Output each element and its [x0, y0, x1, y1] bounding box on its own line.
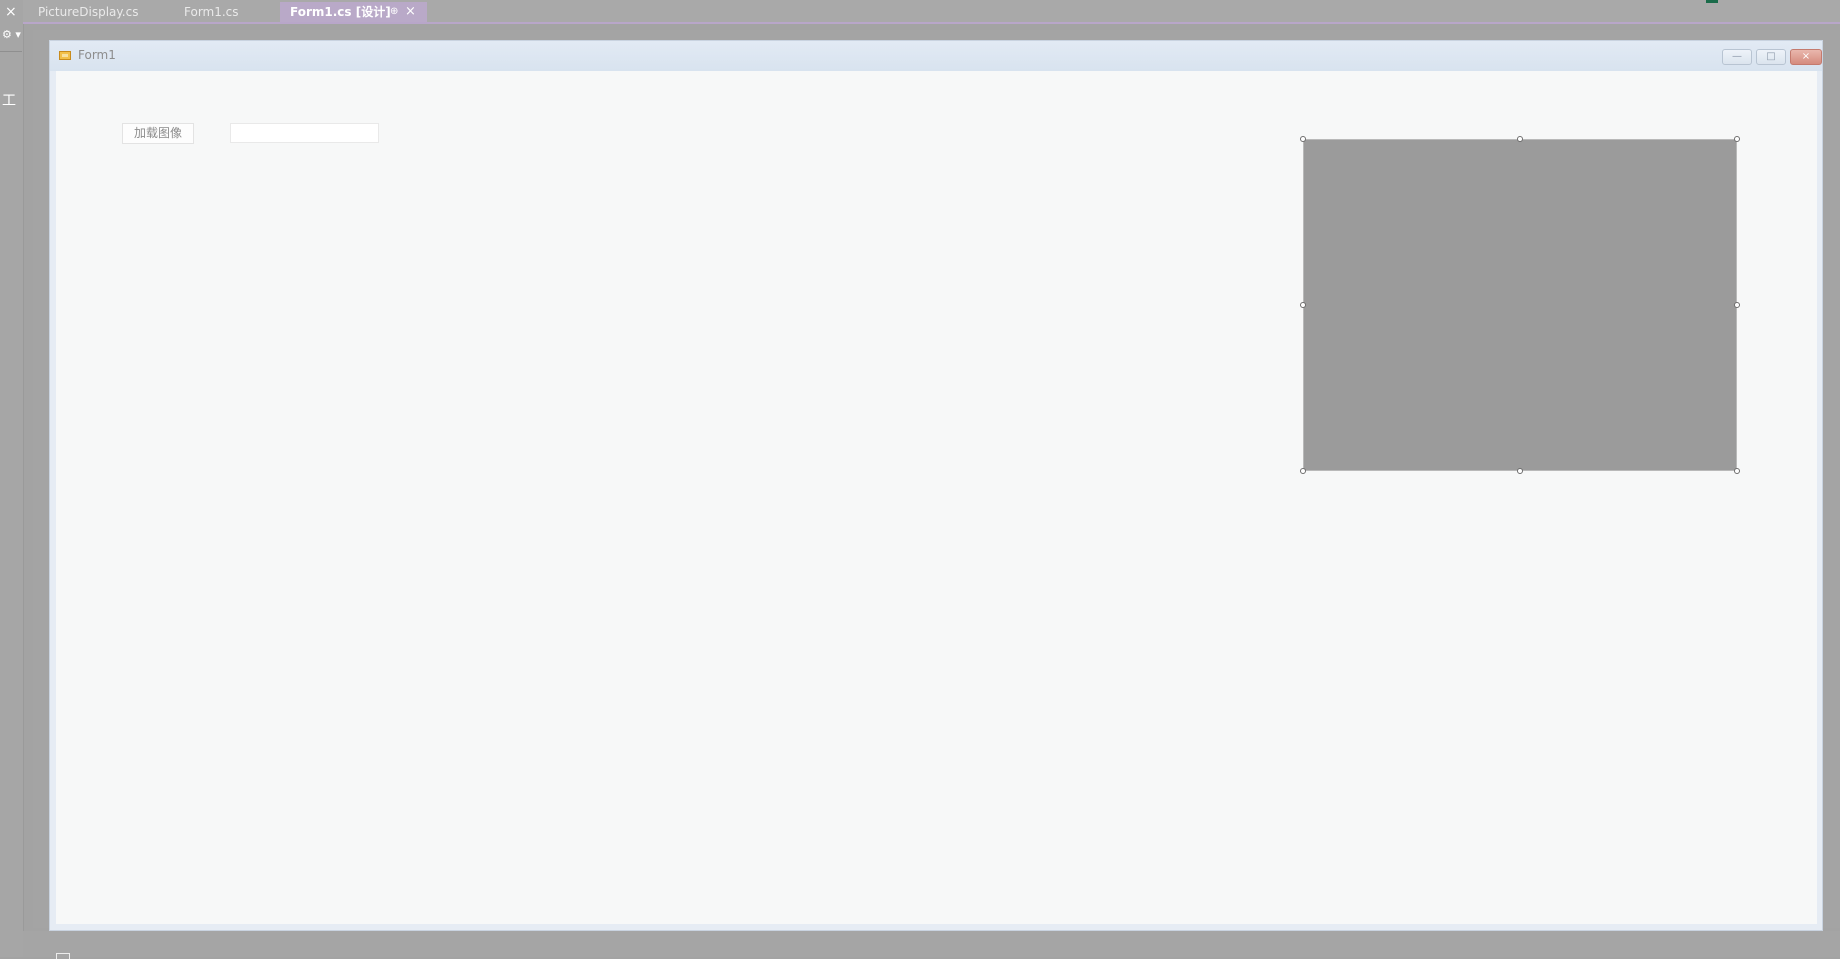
tab-form1-design[interactable]: Form1.cs [设计] ⊕ ×	[280, 2, 427, 22]
maximize-icon: □	[1766, 51, 1776, 62]
tab-label: PictureDisplay.cs	[38, 5, 139, 19]
tab-close-icon[interactable]: ×	[405, 2, 416, 22]
close-button[interactable]: ×	[1790, 49, 1822, 65]
resize-handle-top[interactable]	[1517, 136, 1523, 142]
minimize-button[interactable]: —	[1722, 49, 1752, 65]
toolbox-tab-label[interactable]: 工	[2, 90, 16, 110]
resize-handle-bottom-right[interactable]	[1734, 468, 1740, 474]
resize-handle-right[interactable]	[1734, 302, 1740, 308]
form-titlebar[interactable]: Form1 — □ ×	[50, 41, 1822, 71]
close-icon[interactable]: ×	[5, 4, 17, 20]
picture-box[interactable]	[1303, 139, 1737, 471]
tab-label: Form1.cs	[184, 5, 239, 19]
load-image-button[interactable]: 加载图像	[122, 123, 194, 144]
tab-bar-underline	[23, 22, 1840, 24]
resize-handle-left[interactable]	[1300, 302, 1306, 308]
component-tray	[23, 931, 1840, 959]
component-icon[interactable]	[56, 953, 70, 959]
tab-picturedisplay-cs[interactable]: PictureDisplay.cs	[24, 2, 150, 22]
resize-handle-top-left[interactable]	[1300, 136, 1306, 142]
settings-dropdown-icon[interactable]: ⚙ ▾	[2, 28, 21, 41]
resize-handle-top-right[interactable]	[1734, 136, 1740, 142]
form-icon	[59, 51, 71, 60]
minimize-icon: —	[1732, 51, 1742, 62]
maximize-button[interactable]: □	[1756, 49, 1786, 65]
pin-icon[interactable]: ⊕	[390, 2, 398, 22]
divider	[0, 51, 22, 52]
resize-handle-bottom-left[interactable]	[1300, 468, 1306, 474]
form-title: Form1	[78, 48, 116, 62]
close-icon: ×	[1801, 51, 1811, 62]
status-indicator	[1706, 0, 1718, 3]
tab-label: Form1.cs [设计]	[290, 5, 391, 19]
path-textbox[interactable]	[230, 123, 379, 143]
form-window[interactable]: Form1 — □ × 加载图像	[49, 40, 1823, 931]
tab-form1-cs[interactable]: Form1.cs	[170, 2, 260, 22]
left-tool-strip: × ⚙ ▾ 工	[0, 0, 24, 957]
form-client-area[interactable]: 加载图像	[56, 71, 1817, 924]
resize-handle-bottom[interactable]	[1517, 468, 1523, 474]
